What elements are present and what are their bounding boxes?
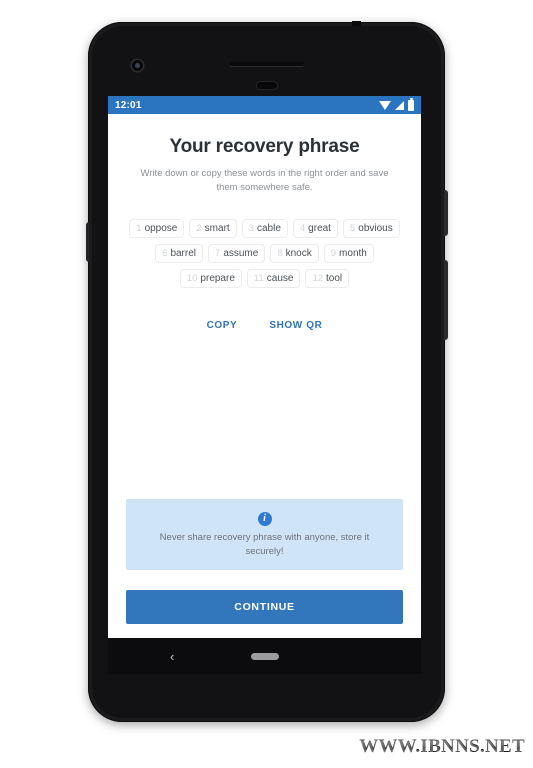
recovery-word-text: oppose [144,222,178,234]
page-title: Your recovery phrase [169,136,360,157]
wifi-icon [379,100,391,110]
recovery-word-index: 12 [312,272,324,284]
show-qr-button[interactable]: SHOW QR [269,320,322,331]
recovery-word-chip[interactable]: 11 cause [246,268,301,288]
recovery-word-chip[interactable]: 5 obvious [342,218,400,238]
recovery-word-chip[interactable]: 4 great [292,218,338,238]
copy-button[interactable]: COPY [207,320,238,331]
page-subtitle: Write down or copy these words in the ri… [140,168,389,193]
volume-button[interactable] [444,260,448,340]
recovery-word-text: great [308,222,331,234]
recovery-word-chip[interactable]: 10 prepare [179,268,242,288]
info-banner-text: Never share recovery phrase with anyone,… [159,532,370,558]
battery-icon [408,97,414,111]
recovery-words-row: 6 barrel 7 assume 8 knock 9 month [126,243,403,263]
info-icon: i [257,512,272,527]
back-icon[interactable]: ‹ [170,650,174,663]
recovery-words-row: 10 prepare 11 cause 12 tool [126,268,403,288]
recovery-word-text: obvious [358,222,393,234]
continue-button[interactable]: CONTINUE [126,590,403,624]
recovery-word-text: cause [266,272,294,284]
recovery-words-row: 1 oppose 2 smart 3 cable 4 great 5 obvious [126,218,403,238]
recovery-word-chip[interactable]: 1 oppose [129,218,185,238]
action-links: COPY SHOW QR [126,320,403,331]
sim-tray [86,222,89,262]
front-camera-icon [132,60,143,71]
recovery-word-index: 11 [253,272,264,284]
recovery-word-text: assume [223,247,259,259]
status-bar-icons [379,97,414,111]
recovery-word-text: tool [326,272,343,284]
antenna-notch [352,21,361,26]
earpiece-speaker-icon [229,62,304,66]
proximity-sensor-icon [256,82,277,89]
recovery-word-index: 2 [196,222,202,234]
watermark: WWW.IBNNS.NET [359,736,525,757]
recovery-word-text: prepare [200,272,235,284]
screenshot-canvas: 12:01 Your recovery phrase Write down or… [0,0,533,768]
recovery-word-chip[interactable]: 12 tool [305,268,350,288]
recovery-word-index: 6 [162,247,168,259]
info-banner: i Never share recovery phrase with anyon… [126,499,403,570]
power-button[interactable] [444,190,448,236]
recovery-word-chip[interactable]: 7 assume [208,243,266,263]
phone-device-frame: 12:01 Your recovery phrase Write down or… [86,21,448,722]
screen-content: Your recovery phrase Write down or copy … [108,114,421,638]
recovery-word-text: month [339,247,367,259]
recovery-word-text: cable [256,222,281,234]
recovery-word-index: 7 [215,247,221,259]
recovery-word-index: 9 [330,247,337,259]
recovery-words-list: 1 oppose 2 smart 3 cable 4 great 5 obvious 6 barrel… [126,218,403,294]
recovery-word-index: 8 [277,247,283,259]
recovery-word-index: 5 [349,222,356,234]
recovery-word-text: barrel [170,247,197,259]
phone-screen: 12:01 Your recovery phrase Write down or… [108,96,421,638]
android-nav-bar: ‹ [108,638,421,674]
recovery-word-index: 4 [299,222,306,234]
home-indicator-icon[interactable] [250,652,279,660]
recovery-word-chip[interactable]: 2 smart [189,218,237,238]
recovery-word-index: 1 [136,222,142,234]
recovery-word-chip[interactable]: 8 knock [270,243,319,263]
recovery-word-text: smart [204,222,230,234]
signal-icon [395,100,404,110]
recovery-word-chip[interactable]: 6 barrel [155,243,204,263]
recovery-word-chip[interactable]: 9 month [323,243,374,263]
recovery-word-text: knock [285,247,312,259]
recovery-word-chip[interactable]: 3 cable [241,218,288,238]
status-bar: 12:01 [108,96,421,114]
recovery-word-index: 3 [248,222,254,234]
recovery-word-index: 10 [186,272,198,284]
status-bar-time: 12:01 [115,99,142,111]
